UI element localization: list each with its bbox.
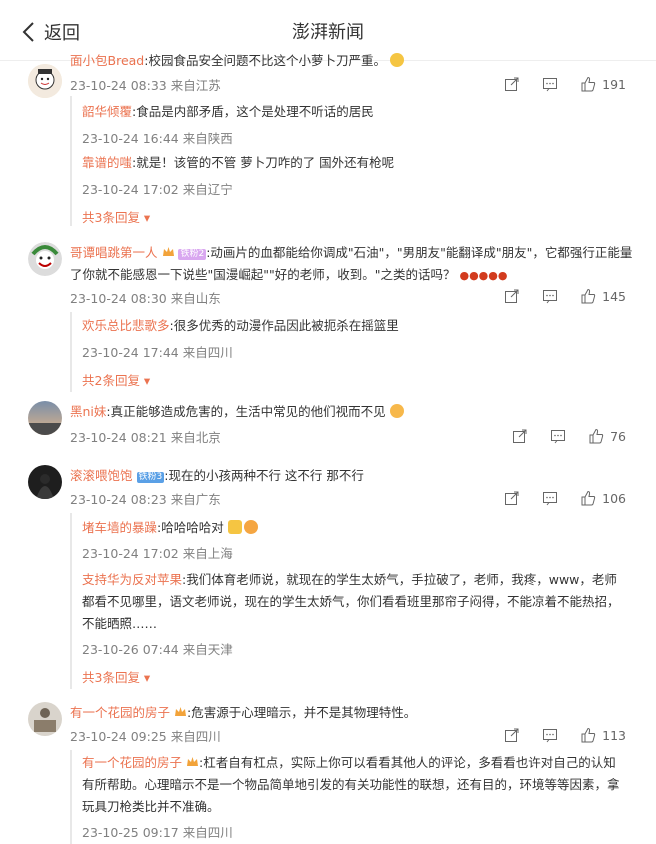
comment-username[interactable]: 滚滚喂饱饱	[70, 468, 133, 483]
page-title: 澎湃新闻	[292, 22, 364, 43]
comment-location: 来自广东	[170, 492, 221, 507]
reply-text: :食品是内部矛盾，这个是处理不听话的居民	[132, 104, 374, 119]
like-icon[interactable]	[580, 76, 596, 92]
avatar[interactable]	[28, 64, 62, 98]
reply-text: :就是！该管的不管 萝卜刀咋的了 国外还有枪呢	[132, 155, 395, 170]
avatar[interactable]	[28, 401, 62, 435]
reply-time: 23-10-24 16:44	[82, 131, 179, 146]
comment-location: 来自江苏	[170, 78, 221, 93]
avatar[interactable]	[28, 242, 62, 276]
more-replies-link[interactable]: 共2条回复 ▾	[82, 370, 150, 389]
reply-username[interactable]: 堵车墙的暴躁	[82, 520, 157, 535]
comment-icon[interactable]	[542, 490, 558, 506]
comment-text: :真正能够造成危害的，生活中常见的他们视而不见	[106, 404, 386, 419]
reply-username[interactable]: 支持华为反对苹果	[82, 572, 182, 587]
comment-location: 来自北京	[170, 430, 221, 445]
crown-icon	[186, 753, 199, 766]
comment-username[interactable]: 哥谭唱跳第一人	[70, 245, 158, 260]
laughing-emoji-icon	[243, 520, 258, 534]
comment-text: :校园食品安全问题不比这个小萝卜刀严重。	[144, 53, 386, 68]
laughing-emoji-icon	[389, 53, 404, 67]
comment-text: :现在的小孩两种不行 这不行 那不行	[164, 468, 364, 483]
like-icon[interactable]	[580, 727, 596, 743]
sad-emoji-icon	[389, 404, 404, 418]
like-count: 76	[610, 428, 626, 444]
reply-username[interactable]: 欢乐总比悲歌多	[82, 318, 170, 333]
comment-icon[interactable]	[542, 288, 558, 304]
reply-text: :哈哈哈哈对	[157, 520, 224, 535]
comment-time: 23-10-24 08:33	[70, 78, 167, 93]
comment-location: 来自四川	[170, 729, 221, 744]
comment-text: :危害源于心理暗示，并不是其物理特性。	[187, 705, 417, 720]
crown-icon	[174, 703, 187, 716]
avatar[interactable]	[28, 465, 62, 499]
like-count: 106	[602, 490, 626, 506]
share-icon[interactable]	[504, 727, 520, 743]
reply-location: 来自辽宁	[182, 182, 233, 197]
reply-location: 来自四川	[182, 345, 233, 360]
crown-icon	[162, 243, 175, 256]
reply-location: 来自天津	[182, 642, 233, 657]
comment-time: 23-10-24 08:30	[70, 291, 167, 306]
reply-username[interactable]: 韶华倾覆	[82, 104, 132, 119]
like-icon[interactable]	[580, 288, 596, 304]
reply-box: 堵车墙的暴躁:哈哈哈哈对 23-10-24 17:02 来自上海 支持华为反对苹…	[70, 513, 632, 689]
reply-location: 来自陕西	[182, 131, 233, 146]
reply-text: :很多优秀的动漫作品因此被扼杀在摇篮里	[169, 318, 399, 333]
comment-time: 23-10-24 08:21	[70, 430, 167, 445]
reply-box: 有一个花园的房子 :杠者自有杠点，实际上你可以看看其他人的评论，多看看也许对自己…	[70, 750, 632, 844]
like-icon[interactable]	[588, 428, 604, 444]
reply-time: 23-10-24 17:02	[82, 182, 179, 197]
fan-badge: 铁粉2	[178, 249, 207, 260]
comment-username[interactable]: 黑ni妹	[70, 404, 106, 419]
comment-icon[interactable]	[550, 428, 566, 444]
like-icon[interactable]	[580, 490, 596, 506]
comment-icon[interactable]	[542, 727, 558, 743]
like-count: 145	[602, 288, 626, 304]
crab-emoji-icon: ●●●●●	[459, 269, 508, 282]
reply-location: 来自上海	[182, 546, 233, 561]
reply-time: 23-10-24 17:44	[82, 345, 179, 360]
comment-time: 23-10-24 09:25	[70, 729, 167, 744]
comment-location: 来自山东	[170, 291, 221, 306]
reply-username[interactable]: 有一个花园的房子	[82, 755, 182, 770]
comment-time: 23-10-24 08:23	[70, 492, 167, 507]
reply-box: 韶华倾覆:食品是内部矛盾，这个是处理不听话的居民 23-10-24 16:44 …	[70, 96, 632, 226]
share-icon[interactable]	[512, 428, 528, 444]
reply-time: 23-10-25 09:17	[82, 825, 179, 840]
share-icon[interactable]	[504, 490, 520, 506]
avatar[interactable]	[28, 702, 62, 736]
reply-box: 欢乐总比悲歌多:很多优秀的动漫作品因此被扼杀在摇篮里 23-10-24 17:4…	[70, 312, 632, 392]
more-replies-link[interactable]: 共3条回复 ▾	[82, 667, 150, 686]
comment-username[interactable]: 有一个花园的房子	[70, 705, 170, 720]
like-count: 113	[602, 727, 626, 743]
reply-time: 23-10-26 07:44	[82, 642, 179, 657]
comment-username[interactable]: 面小包Bread	[70, 53, 144, 68]
reply-location: 来自四川	[182, 825, 233, 840]
comment-icon[interactable]	[542, 76, 558, 92]
like-count: 191	[602, 76, 626, 92]
reply-time: 23-10-24 17:02	[82, 546, 179, 561]
reply-username[interactable]: 靠谱的嗤	[82, 155, 132, 170]
share-icon[interactable]	[504, 76, 520, 92]
thumbs-up-emoji-icon	[227, 520, 242, 534]
share-icon[interactable]	[504, 288, 520, 304]
more-replies-link[interactable]: 共3条回复 ▾	[82, 207, 150, 226]
fan-badge: 铁粉3	[136, 472, 165, 483]
